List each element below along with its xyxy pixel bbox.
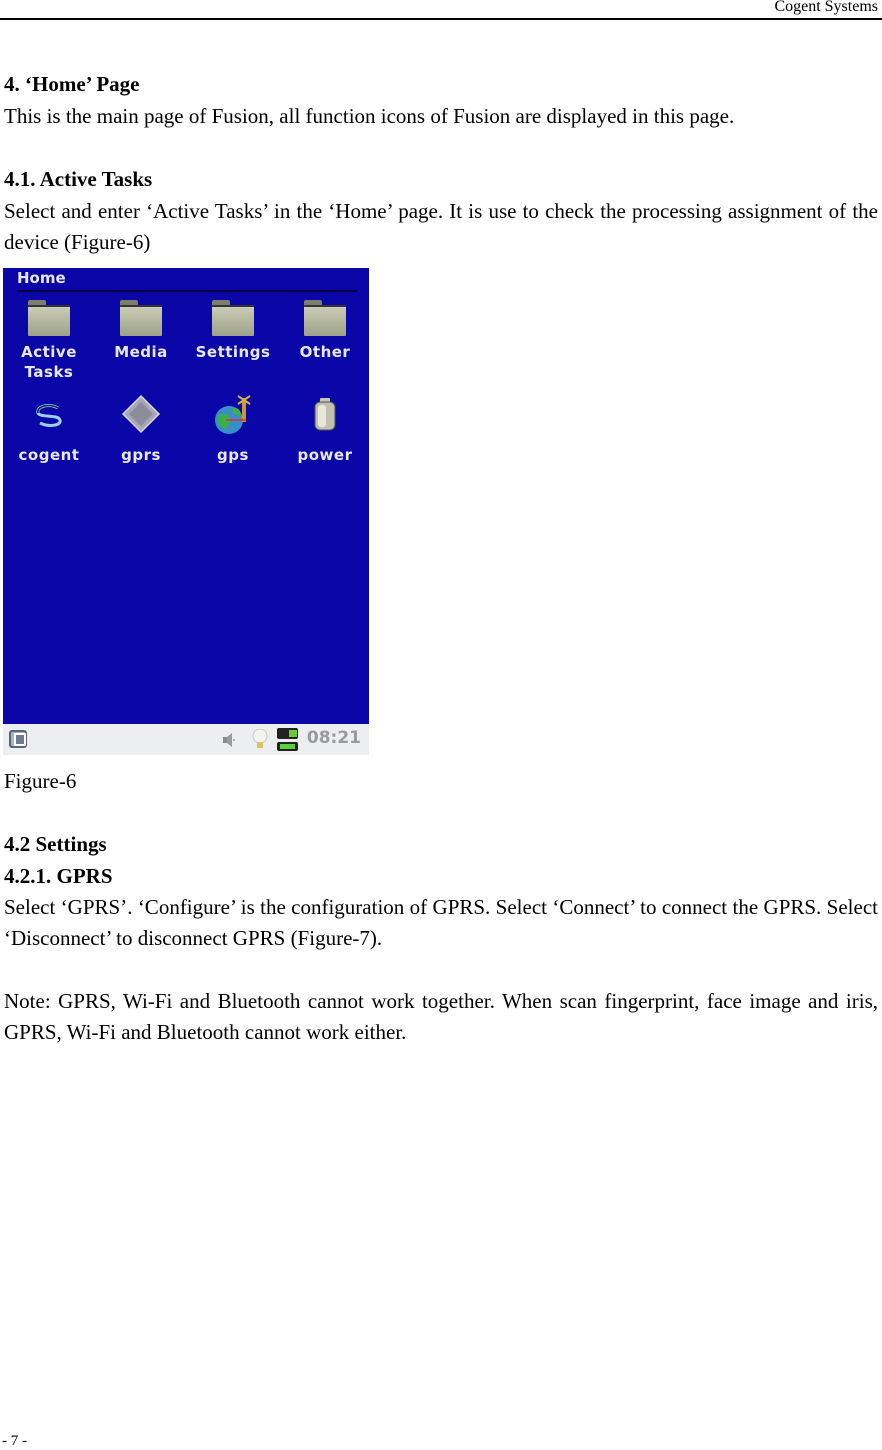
tile-active-tasks[interactable]: Active Tasks — [3, 300, 95, 382]
taskbar-clock: 08:21 — [306, 728, 361, 748]
section-heading-gprs: 4.2.1. GPRS — [4, 864, 113, 888]
tile-label: gps — [217, 446, 249, 464]
note-paragraph: Note: GPRS, Wi-Fi and Bluetooth cannot w… — [4, 989, 878, 1044]
tile-label: power — [297, 446, 353, 464]
globe-satellite-icon — [215, 395, 251, 434]
folder-icon — [120, 300, 162, 336]
section-body-home-page: This is the main page of Fusion, all fun… — [4, 104, 735, 128]
tile-label: Active Tasks — [21, 343, 77, 381]
battery-icon — [314, 398, 336, 431]
figure-caption: Figure-6 — [4, 769, 77, 793]
gprs-diamond-icon — [121, 394, 161, 434]
launcher-icon[interactable] — [9, 730, 27, 748]
folder-icon — [212, 300, 254, 336]
running-header: Cogent Systems — [774, 0, 878, 15]
section-heading-active-tasks: 4.1. Active Tasks — [4, 167, 153, 191]
section-body-active-tasks: Select and enter ‘Active Tasks’ in the ‘… — [4, 199, 878, 254]
tile-gps[interactable]: gps — [187, 394, 279, 465]
folder-icon — [304, 300, 346, 336]
tile-label: cogent — [18, 446, 80, 464]
tile-label: Media — [114, 343, 168, 361]
light-bulb-icon[interactable] — [252, 729, 268, 750]
section-heading-settings: 4.2 Settings — [4, 832, 107, 856]
device-home-screenshot: Home Active Tasks Media Settings Other c… — [3, 268, 369, 755]
folder-icon — [28, 300, 70, 336]
tile-other[interactable]: Other — [279, 300, 369, 362]
tile-power[interactable]: power — [279, 394, 369, 465]
cogent-logo-icon — [36, 404, 62, 427]
tile-label: gprs — [121, 446, 161, 464]
volume-icon[interactable] — [223, 732, 235, 748]
section-body-gprs: Select ‘GPRS’. ‘Configure’ is the config… — [4, 895, 878, 950]
page-number: - 7 - — [2, 1433, 27, 1449]
device-screen-title: Home — [17, 269, 66, 287]
tile-gprs[interactable]: gprs — [95, 394, 187, 465]
header-rule — [0, 18, 882, 20]
tile-media[interactable]: Media — [95, 300, 187, 362]
battery-status-icon[interactable] — [277, 728, 299, 752]
section-heading-home-page: 4. ‘Home’ Page — [4, 72, 140, 96]
device-taskbar: 08:21 — [3, 724, 369, 755]
device-title-rule — [17, 290, 357, 292]
tile-label: Settings — [195, 343, 271, 361]
tile-settings[interactable]: Settings — [187, 300, 279, 362]
tile-label: Other — [299, 343, 351, 361]
tile-cogent[interactable]: cogent — [3, 394, 95, 465]
